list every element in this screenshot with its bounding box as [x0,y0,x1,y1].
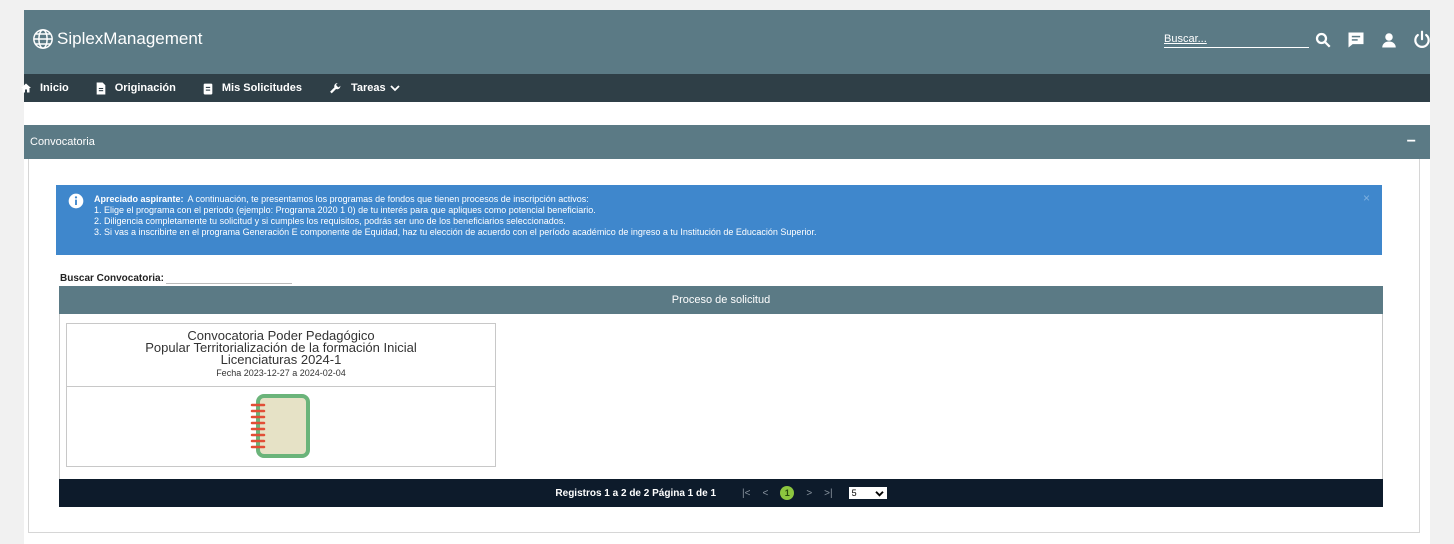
document-icon [96,82,106,94]
home-icon [21,83,31,93]
card-title-line: Licenciaturas 2024-1 [220,352,342,367]
nav-item-originacion[interactable]: Originación [95,82,176,95]
alert-line: 3. Si vas a inscribirte en el programa G… [94,227,817,237]
top-header: SiplexManagement Buscar... [24,10,1430,74]
app-frame: SiplexManagement Buscar... Inicio Origin… [21,10,1430,544]
prev-page-button[interactable]: < [762,488,768,499]
alert-line: 1. Elige el programa con el periodo (eje… [94,205,596,215]
wrench-icon [330,82,341,93]
user-icon[interactable] [1380,31,1398,49]
pagination-bar: Registros 1 a 2 de 2 Página 1 de 1 |< < … [59,479,1383,507]
nav-label: Originación [114,82,176,94]
nav-label: Inicio [40,82,69,94]
convocatoria-panel-header: Convocatoria − [24,125,1430,159]
nav-label: Tareas [350,82,386,94]
next-page-button[interactable]: > [806,488,812,499]
clipboard-icon [203,83,213,94]
brand[interactable]: SiplexManagement [32,28,203,50]
current-page-button[interactable]: 1 [780,486,795,500]
last-page-button[interactable]: >| [824,488,832,499]
power-icon[interactable] [1412,30,1432,50]
collapse-button[interactable]: − [1407,125,1416,159]
chevron-down-icon [389,85,400,92]
panel-title: Convocatoria [30,136,95,148]
close-icon[interactable]: × [1363,191,1370,205]
chevron-down-icon [874,490,884,497]
alert-intro: A continuación, te presentamos los progr… [187,194,589,204]
search-convocatoria-label: Buscar Convocatoria: [60,273,164,284]
card-date: Fecha 2023-12-27 a 2024-02-04 [216,368,346,378]
page-size-select[interactable]: 5 [848,487,887,499]
first-page-button[interactable]: |< [742,488,750,499]
alert-text: Apreciado aspirante: A continuación, te p… [94,194,816,238]
nav-label: Mis Solicitudes [221,82,302,94]
search-convocatoria-input[interactable] [165,272,292,284]
search-icon[interactable] [1314,31,1332,49]
brand-name: SiplexManagement [57,29,203,48]
nav-item-tareas[interactable]: Tareas [328,82,400,95]
globe-icon [33,29,53,49]
nav-item-inicio[interactable]: Inicio [20,82,69,94]
notebook-icon [250,394,310,458]
search-convocatoria: Buscar Convocatoria: [60,272,292,284]
alert-title: Apreciado aspirante: [94,194,184,204]
header-actions [1314,30,1432,50]
page-size-value: 5 [851,488,857,498]
proceso-header: Proceso de solicitud [59,286,1383,314]
info-icon [68,193,84,211]
card-header: Convocatoria Poder Pedagógico Popular Te… [67,324,495,387]
main-nav: Inicio Originación Mis Solicitudes Tarea… [21,74,1430,102]
card-image[interactable] [67,387,495,467]
messages-icon[interactable] [1346,30,1366,50]
alert-line: 2. Diligencia completamente tu solicitud… [94,216,566,226]
pagination-summary: Registros 1 a 2 de 2 Página 1 de 1 [555,487,717,499]
info-alert: Apreciado aspirante: A continuación, te p… [56,185,1382,255]
search-input[interactable]: Buscar... [1164,30,1309,48]
nav-item-mis-solicitudes[interactable]: Mis Solicitudes [202,82,302,95]
convocatoria-card[interactable]: Convocatoria Poder Pedagógico Popular Te… [66,323,496,467]
